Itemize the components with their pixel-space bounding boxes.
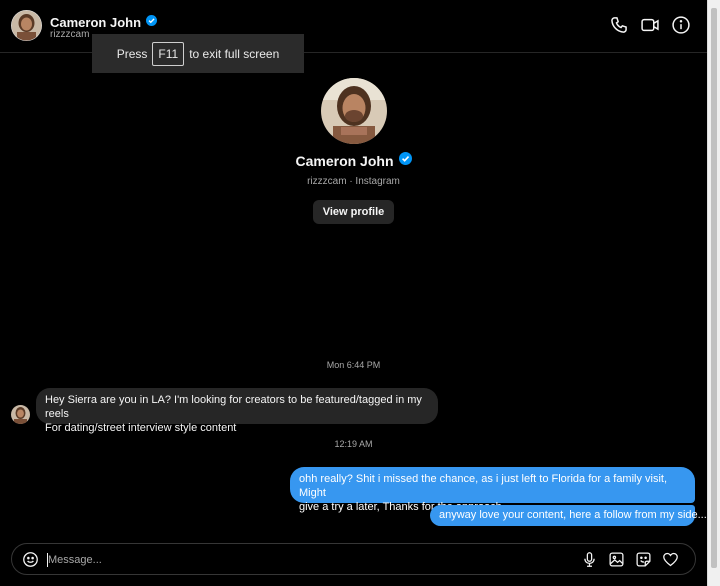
composer-tools: [581, 551, 679, 568]
profile-name: Cameron John: [295, 153, 394, 169]
sender-avatar[interactable]: [11, 405, 30, 424]
sticker-icon[interactable]: [635, 551, 652, 568]
message-line: Hey Sierra are you in LA? I'm looking fo…: [45, 394, 422, 420]
fullscreen-notice-suffix: to exit full screen: [189, 46, 280, 61]
info-icon[interactable]: [671, 15, 691, 35]
incoming-message-bubble[interactable]: Hey Sierra are you in LA? I'm looking fo…: [36, 388, 438, 434]
header-actions: [609, 15, 691, 35]
message-input[interactable]: [48, 551, 548, 569]
header-username: rizzzcam: [50, 29, 90, 40]
heart-icon[interactable]: [662, 551, 679, 568]
message-timestamp: Mon 6:44 PM: [326, 360, 381, 370]
profile-summary: Cameron John rizzzcam · Instagram View p…: [0, 78, 707, 224]
phone-icon[interactable]: [609, 15, 629, 35]
profile-avatar[interactable]: [320, 78, 387, 144]
verified-badge-icon: [146, 13, 158, 31]
microphone-icon[interactable]: [581, 551, 598, 568]
outgoing-message-bubble[interactable]: ohh really? Shit i missed the chance, as…: [290, 467, 695, 513]
view-profile-button[interactable]: View profile: [312, 200, 395, 224]
video-call-icon[interactable]: [640, 15, 660, 35]
dm-thread-window: Cameron John rizzzcam Cameron John rizzz…: [0, 0, 707, 586]
profile-name-row: Cameron John: [0, 152, 707, 170]
image-icon[interactable]: [608, 551, 625, 568]
profile-subtitle: rizzzcam · Instagram: [307, 176, 400, 187]
window-scrollbar[interactable]: [707, 0, 720, 586]
header-avatar[interactable]: [11, 10, 42, 41]
f11-key-hint: F11: [152, 41, 185, 66]
message-composer: [11, 543, 696, 575]
header-name[interactable]: Cameron John: [50, 15, 141, 30]
verified-badge-icon: [398, 152, 412, 170]
message-line: For dating/street interview style conten…: [45, 422, 237, 434]
emoji-icon[interactable]: [22, 551, 39, 568]
outgoing-message-bubble[interactable]: anyway love your content, here a follow …: [430, 505, 707, 526]
fullscreen-notice-prefix: Press: [116, 46, 148, 61]
scrollbar-thumb[interactable]: [711, 8, 717, 568]
message-timestamp: 12:19 AM: [334, 439, 373, 449]
message-line: ohh really? Shit i missed the chance, as…: [299, 473, 668, 499]
fullscreen-notice: Press F11 to exit full screen: [92, 34, 304, 73]
